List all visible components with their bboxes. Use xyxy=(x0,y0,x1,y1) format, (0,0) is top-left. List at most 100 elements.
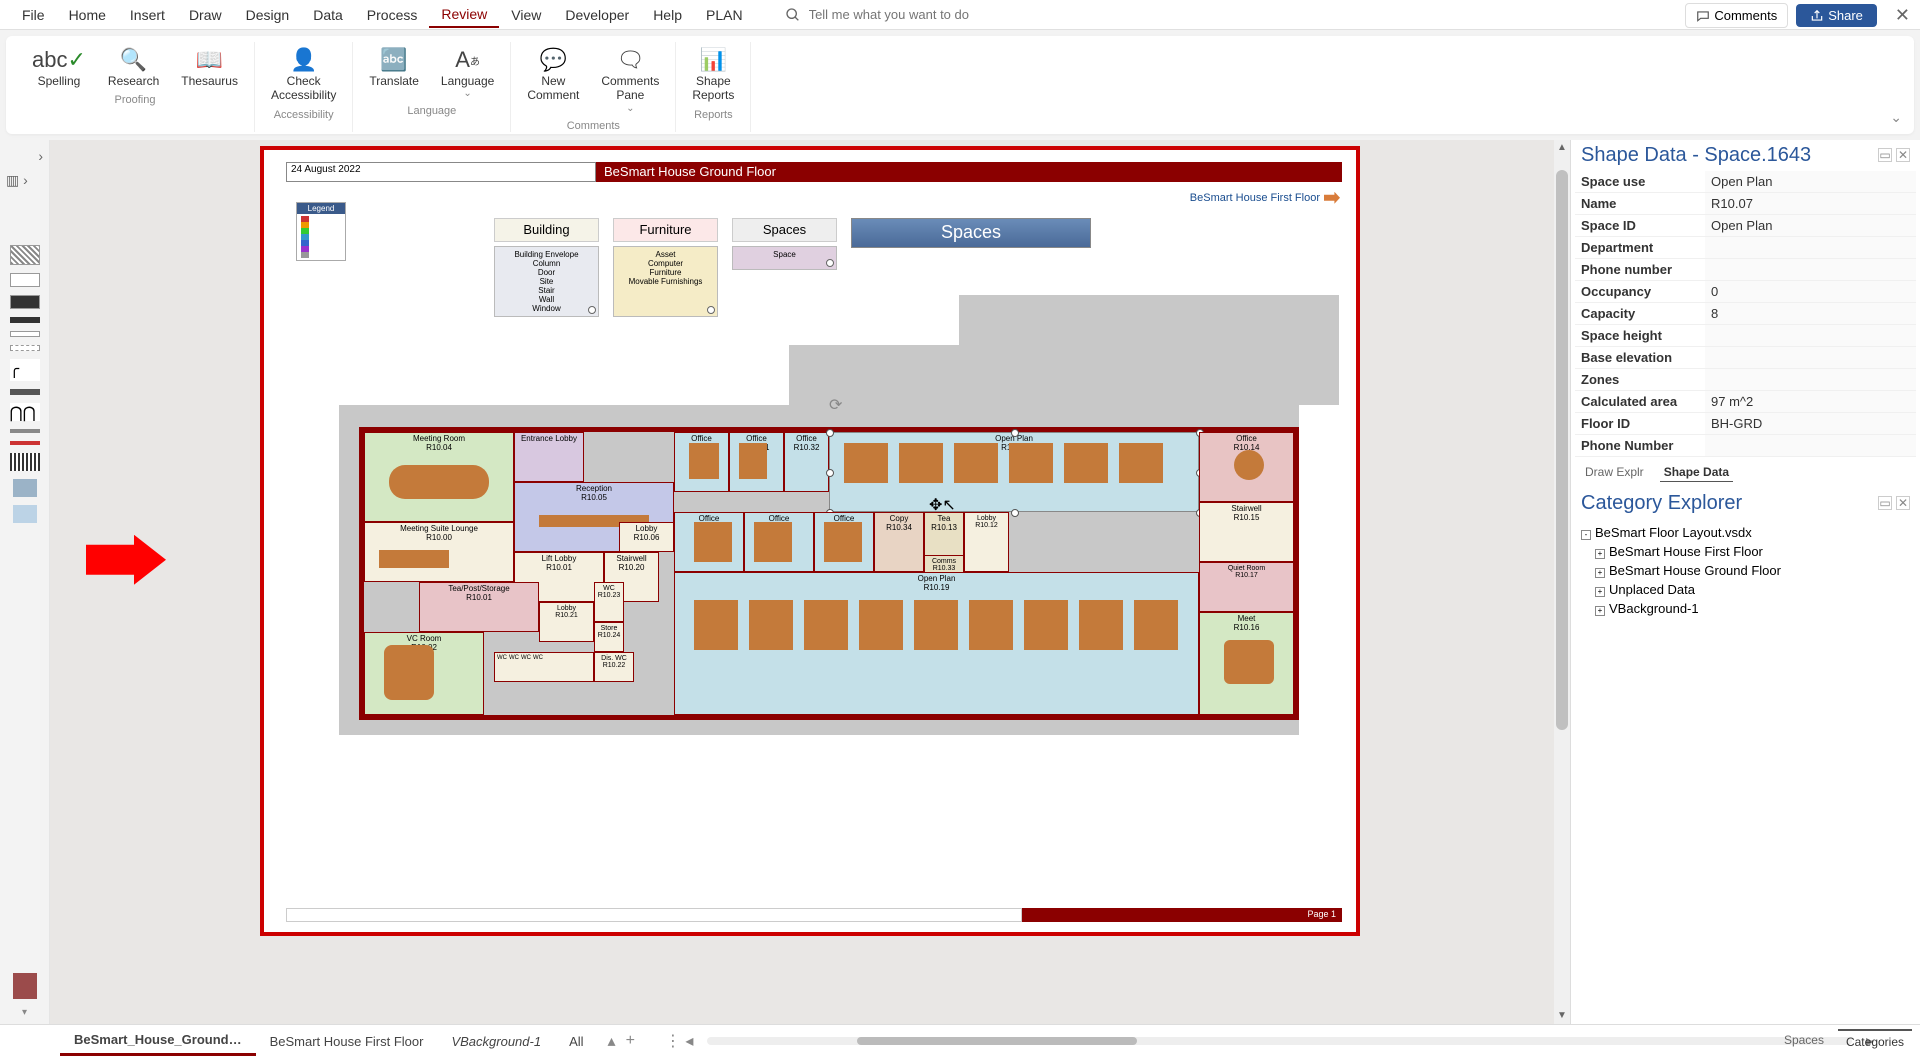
value-phone[interactable] xyxy=(1705,259,1916,280)
room-lobby-12[interactable]: LobbyR10.12 xyxy=(964,512,1009,572)
tile-furniture[interactable]: Furniture xyxy=(613,218,718,242)
tile-spaces-large[interactable]: Spaces xyxy=(851,218,1091,248)
value-elevation[interactable] xyxy=(1705,347,1916,368)
tree-item-unplaced[interactable]: +Unplaced Data xyxy=(1581,580,1910,599)
sheet-tab-all[interactable]: All xyxy=(555,1028,597,1055)
shape-stencil-4[interactable] xyxy=(10,317,40,323)
sheet-tab-first[interactable]: BeSmart House First Floor xyxy=(256,1028,438,1055)
tile-spaces[interactable]: Spaces xyxy=(732,218,837,242)
shape-swatch-2[interactable] xyxy=(13,505,37,523)
new-comment-button[interactable]: 💬New Comment xyxy=(521,42,585,118)
value-phone2[interactable] xyxy=(1705,435,1916,456)
value-zones[interactable] xyxy=(1705,369,1916,390)
check-accessibility-button[interactable]: 👤Check Accessibility xyxy=(265,42,342,107)
shape-stencil-7[interactable]: ╭ xyxy=(10,359,40,381)
close-icon[interactable]: ✕ xyxy=(1895,5,1910,26)
shape-stencil-2[interactable] xyxy=(10,273,40,287)
br-tab-categories[interactable]: Categories xyxy=(1838,1029,1912,1053)
value-area[interactable]: 97 m^2 xyxy=(1705,391,1916,412)
tab-shape-data[interactable]: Shape Data xyxy=(1660,463,1733,482)
value-name[interactable]: R10.07 xyxy=(1705,193,1916,214)
menu-draw[interactable]: Draw xyxy=(177,3,234,27)
research-button[interactable]: 🔍Research xyxy=(102,42,165,92)
comments-button[interactable]: Comments xyxy=(1685,3,1788,28)
value-occupancy[interactable]: 0 xyxy=(1705,281,1916,302)
translate-button[interactable]: 🔤Translate xyxy=(363,42,425,103)
shape-swatch-1[interactable] xyxy=(13,479,37,497)
shapes-expand-icon[interactable]: › xyxy=(38,148,43,164)
ribbon-collapse-icon[interactable]: ⌄ xyxy=(1890,109,1902,126)
shape-stencil-3[interactable] xyxy=(10,295,40,309)
menu-developer[interactable]: Developer xyxy=(553,3,641,27)
drawing-page[interactable]: 24 August 2022 BeSmart House Ground Floo… xyxy=(260,146,1360,936)
menu-view[interactable]: View xyxy=(499,3,553,27)
tree-root[interactable]: -BeSmart Floor Layout.vsdx xyxy=(1581,523,1910,542)
shape-reports-button[interactable]: 📊Shape Reports xyxy=(686,42,740,107)
language-button[interactable]: AあLanguage⌄ xyxy=(435,42,500,103)
sheet-tab-ground[interactable]: BeSmart_House_Ground… xyxy=(60,1026,256,1056)
shape-swatch-3[interactable] xyxy=(13,973,37,999)
panel-close-icon-2[interactable]: ✕ xyxy=(1896,496,1910,510)
shape-stencil-10[interactable] xyxy=(10,429,40,433)
subtile-spaces[interactable]: Space xyxy=(732,246,837,270)
shape-stencil-11[interactable] xyxy=(10,441,40,445)
value-department[interactable] xyxy=(1705,237,1916,258)
subtile-building[interactable]: Building EnvelopeColumnDoorSiteStairWall… xyxy=(494,246,599,317)
share-button[interactable]: Share xyxy=(1796,4,1877,27)
value-floor-id[interactable]: BH-GRD xyxy=(1705,413,1916,434)
room-tea-post[interactable]: Tea/Post/StorageR10.01 xyxy=(419,582,539,632)
horizontal-scrollbar[interactable] xyxy=(707,1034,1852,1048)
search-input[interactable] xyxy=(809,7,1209,22)
room-store[interactable]: StoreR10.24 xyxy=(594,622,624,652)
menu-file[interactable]: File xyxy=(10,3,57,27)
tree-item-vbackground[interactable]: +VBackground-1 xyxy=(1581,599,1910,618)
room-stairwell-15[interactable]: StairwellR10.15 xyxy=(1199,502,1294,562)
value-height[interactable] xyxy=(1705,325,1916,346)
shape-stencil-6[interactable] xyxy=(10,345,40,351)
shapes-more-icon[interactable]: ▾ xyxy=(22,1007,27,1018)
menu-plan[interactable]: PLAN xyxy=(694,3,755,27)
menu-design[interactable]: Design xyxy=(234,3,302,27)
tree-toggle-icon[interactable]: - xyxy=(1581,530,1591,540)
scroll-up-icon[interactable]: ▲ xyxy=(1554,140,1570,156)
tree-item-first-floor[interactable]: +BeSmart House First Floor xyxy=(1581,542,1910,561)
value-capacity[interactable]: 8 xyxy=(1705,303,1916,324)
shape-stencil-1[interactable] xyxy=(10,245,40,265)
floor-plan[interactable]: Meeting RoomR10.04 Entrance Lobby Recept… xyxy=(339,325,1299,755)
comments-pane-button[interactable]: 🗨Comments Pane⌄ xyxy=(595,42,665,118)
shape-stencil-9[interactable]: ⋂⋂ xyxy=(10,403,40,421)
room-office-32[interactable]: OfficeR10.32 xyxy=(784,432,829,492)
thesaurus-button[interactable]: 📖Thesaurus xyxy=(175,42,244,92)
room-wc-row[interactable]: WCWCWCWC xyxy=(494,652,594,682)
subtile-furniture[interactable]: AssetComputerFurnitureMovable Furnishing… xyxy=(613,246,718,317)
rotate-handle-icon[interactable]: ⟳ xyxy=(829,395,842,415)
menu-home[interactable]: Home xyxy=(57,3,118,27)
room-lobby-06[interactable]: LobbyR10.06 xyxy=(619,522,674,552)
menu-insert[interactable]: Insert xyxy=(118,3,177,27)
canvas-area[interactable]: 24 August 2022 BeSmart House Ground Floo… xyxy=(50,140,1570,1024)
tree-item-ground-floor[interactable]: +BeSmart House Ground Floor xyxy=(1581,561,1910,580)
shape-stencil-8[interactable] xyxy=(10,389,40,395)
menu-help[interactable]: Help xyxy=(641,3,694,27)
spelling-button[interactable]: abc✓Spelling xyxy=(26,42,92,92)
scroll-down-icon[interactable]: ▼ xyxy=(1554,1008,1570,1024)
value-space-use[interactable]: Open Plan xyxy=(1705,171,1916,192)
room-dis-wc[interactable]: Dis. WCR10.22 xyxy=(594,652,634,682)
canvas-scrollbar[interactable]: ▲ ▼ xyxy=(1554,140,1570,1024)
value-space-id[interactable]: Open Plan xyxy=(1705,215,1916,236)
menu-data[interactable]: Data xyxy=(301,3,355,27)
br-tab-spaces[interactable]: Spaces xyxy=(1776,1029,1832,1053)
first-floor-link[interactable]: BeSmart House First Floor xyxy=(1190,192,1340,204)
panel-dock-icon-2[interactable]: ▭ xyxy=(1878,496,1892,510)
room-lobby-21[interactable]: LobbyR10.21 xyxy=(539,602,594,642)
room-entrance-lobby[interactable]: Entrance Lobby xyxy=(514,432,584,482)
panel-dock-icon[interactable]: ▭ xyxy=(1878,148,1892,162)
tab-draw-explorer[interactable]: Draw Explr xyxy=(1581,463,1648,482)
room-copy[interactable]: CopyR10.34 xyxy=(874,512,924,572)
panel-close-icon[interactable]: ✕ xyxy=(1896,148,1910,162)
sheet-scroll-left-icon[interactable]: ⋮ ◂ xyxy=(665,1031,693,1051)
shapes-pane-icon[interactable]: ▥ › xyxy=(6,172,28,189)
sheet-tab-vbackground[interactable]: VBackground-1 xyxy=(437,1028,555,1055)
tile-building[interactable]: Building xyxy=(494,218,599,242)
shape-stencil-5[interactable] xyxy=(10,331,40,337)
